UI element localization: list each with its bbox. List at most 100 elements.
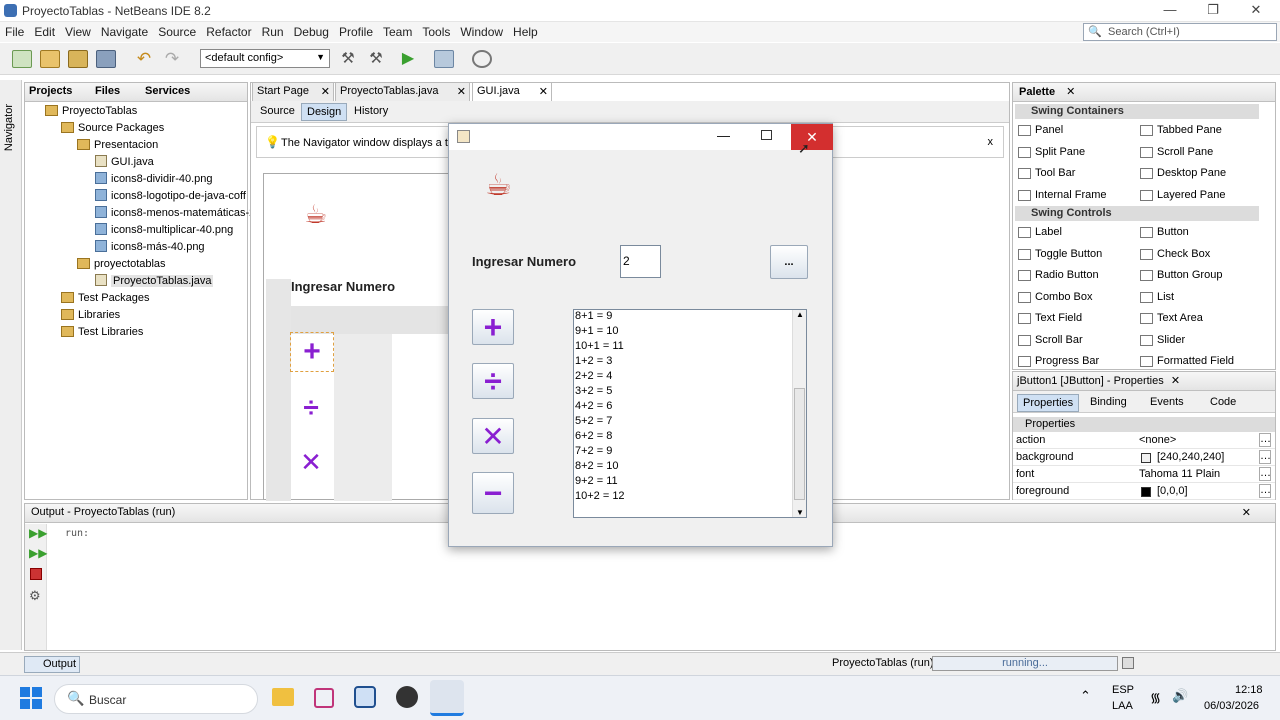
- tree-item[interactable]: Source Packages: [25, 120, 247, 137]
- palette-item[interactable]: Button Group: [1137, 265, 1222, 287]
- palette-item[interactable]: Label: [1015, 222, 1062, 244]
- menu-file[interactable]: File: [0, 22, 29, 39]
- palette-item[interactable]: Check Box: [1137, 244, 1210, 266]
- prop-tab-events[interactable]: Events: [1145, 394, 1189, 410]
- tree-item[interactable]: icons8-más-40.png: [25, 239, 247, 256]
- menu-team[interactable]: Team: [378, 22, 417, 39]
- menu-source[interactable]: Source: [153, 22, 201, 39]
- palette-section[interactable]: Swing Controls: [1015, 206, 1259, 221]
- file-explorer-icon[interactable]: [272, 688, 294, 706]
- menu-window[interactable]: Window: [455, 22, 508, 39]
- tab-close-icon[interactable]: ✕: [539, 85, 548, 98]
- scroll-up-icon[interactable]: ▲: [796, 310, 804, 319]
- tree-item[interactable]: Presentacion: [25, 137, 247, 154]
- multiply-button[interactable]: ✕: [472, 418, 514, 454]
- mode-history[interactable]: History: [349, 103, 393, 119]
- palette-item[interactable]: Button: [1137, 222, 1189, 244]
- app-number-input[interactable]: 2: [620, 245, 661, 278]
- tree-item[interactable]: Test Packages: [25, 290, 247, 307]
- search-box[interactable]: 🔍 Search (Ctrl+I): [1083, 23, 1277, 41]
- tree-item[interactable]: proyectotablas: [25, 256, 247, 273]
- new-project-icon[interactable]: [40, 50, 60, 68]
- tree-item[interactable]: icons8-multiplicar-40.png: [25, 222, 247, 239]
- windows-start-icon[interactable]: [20, 687, 42, 709]
- app-maximize-icon[interactable]: [761, 130, 772, 140]
- tree-item[interactable]: icons8-logotipo-de-java-coff: [25, 188, 247, 205]
- properties-close-icon[interactable]: ✕: [1171, 375, 1180, 387]
- tree-item[interactable]: icons8-menos-matemáticas-2: [25, 205, 255, 222]
- palette-item[interactable]: Text Area: [1137, 308, 1203, 330]
- save-all-icon[interactable]: [96, 50, 116, 68]
- menu-tools[interactable]: Tools: [417, 22, 455, 39]
- palette-item[interactable]: Tool Bar: [1015, 163, 1075, 185]
- run-icon[interactable]: ▶: [398, 50, 418, 68]
- clock-date[interactable]: 06/03/2026: [1204, 700, 1259, 712]
- property-row[interactable]: action <none>…: [1013, 432, 1275, 449]
- palette-close-icon[interactable]: ✕: [1066, 86, 1075, 98]
- minus-button[interactable]: −: [472, 472, 514, 514]
- results-scrollbar[interactable]: ▲ ▼: [792, 310, 806, 517]
- scroll-thumb[interactable]: [794, 388, 805, 500]
- palette-item[interactable]: Tabbed Pane: [1137, 120, 1222, 142]
- property-row[interactable]: foreground [0,0,0]…: [1013, 483, 1275, 500]
- palette-item[interactable]: Layered Pane: [1137, 185, 1226, 207]
- restore-icon[interactable]: ❐: [1203, 2, 1223, 18]
- property-row[interactable]: background [240,240,240]…: [1013, 449, 1275, 466]
- palette-section[interactable]: Swing Containers: [1015, 104, 1259, 119]
- obs-icon[interactable]: [396, 686, 418, 708]
- palette-item[interactable]: List: [1137, 287, 1174, 309]
- output-toggle-button[interactable]: Output: [24, 656, 80, 673]
- hint-close-icon[interactable]: x: [988, 136, 994, 148]
- tab-services[interactable]: Services: [145, 85, 190, 97]
- menu-profile[interactable]: Profile: [334, 22, 378, 39]
- prop-tab-code[interactable]: Code: [1205, 394, 1241, 410]
- tree-item[interactable]: ProyectoTablas.java: [25, 273, 247, 290]
- editor-tab[interactable]: Start Page ✕: [252, 82, 334, 101]
- ellipsis-button[interactable]: …: [1259, 450, 1271, 464]
- new-file-icon[interactable]: [12, 50, 32, 68]
- hammer-icon[interactable]: ⚒: [338, 50, 358, 68]
- wifi-icon[interactable]: ᯾: [1150, 688, 1161, 706]
- tab-close-icon[interactable]: ✕: [321, 85, 330, 98]
- volume-icon[interactable]: 🔊: [1172, 688, 1188, 704]
- palette-item[interactable]: Internal Frame: [1015, 185, 1107, 207]
- plus-button[interactable]: +: [472, 309, 514, 345]
- palette-item[interactable]: Desktop Pane: [1137, 163, 1226, 185]
- open-project-icon[interactable]: [68, 50, 88, 68]
- close-icon[interactable]: ✕: [1246, 2, 1266, 18]
- virtualbox-icon[interactable]: [354, 686, 376, 708]
- tab-projects[interactable]: Projects: [29, 85, 72, 97]
- prop-tab-binding[interactable]: Binding: [1085, 394, 1132, 410]
- property-value[interactable]: [240,240,240]: [1157, 449, 1224, 466]
- ellipsis-button[interactable]: …: [1259, 484, 1271, 498]
- tree-item[interactable]: ProyectoTablas: [25, 103, 247, 120]
- results-textarea[interactable]: 8+1 = 9 9+1 = 10 10+1 = 11 1+2 = 3 2+2 = 4 3+…: [573, 309, 807, 518]
- tree-item[interactable]: Test Libraries: [25, 324, 247, 341]
- tree-item[interactable]: Libraries: [25, 307, 247, 324]
- output-close-icon[interactable]: ✕: [1242, 506, 1251, 519]
- tray-chevron-icon[interactable]: ⌃: [1080, 688, 1091, 704]
- clock-time[interactable]: 12:18: [1235, 684, 1263, 696]
- config-select[interactable]: <default config> ▼: [200, 49, 330, 68]
- palette-item[interactable]: Scroll Bar: [1015, 330, 1083, 352]
- property-value[interactable]: Tahoma 11 Plain: [1139, 466, 1220, 483]
- menu-view[interactable]: View: [60, 22, 96, 39]
- property-value[interactable]: <none>: [1139, 432, 1176, 449]
- palette-item[interactable]: Slider: [1137, 330, 1185, 352]
- palette-item[interactable]: Combo Box: [1015, 287, 1092, 309]
- divide-button[interactable]: ÷: [472, 363, 514, 399]
- editor-tab[interactable]: GUI.java ✕: [472, 82, 552, 101]
- rerun-custom-icon[interactable]: ▶▶: [29, 546, 47, 560]
- app-minimize-icon[interactable]: —: [717, 128, 730, 143]
- palette-item[interactable]: Radio Button: [1015, 265, 1099, 287]
- tree-item[interactable]: icons8-dividir-40.png: [25, 171, 247, 188]
- property-row[interactable]: font Tahoma 11 Plain…: [1013, 466, 1275, 483]
- menu-edit[interactable]: Edit: [29, 22, 60, 39]
- palette-item[interactable]: Scroll Pane: [1137, 142, 1213, 164]
- palette-item[interactable]: Split Pane: [1015, 142, 1085, 164]
- ellipsis-button[interactable]: …: [1259, 467, 1271, 481]
- editor-tab[interactable]: ProyectoTablas.java ✕: [335, 82, 470, 101]
- palette-item[interactable]: Text Field: [1015, 308, 1082, 330]
- status-cancel-icon[interactable]: [1122, 657, 1134, 669]
- undo-icon[interactable]: ↶: [134, 50, 154, 68]
